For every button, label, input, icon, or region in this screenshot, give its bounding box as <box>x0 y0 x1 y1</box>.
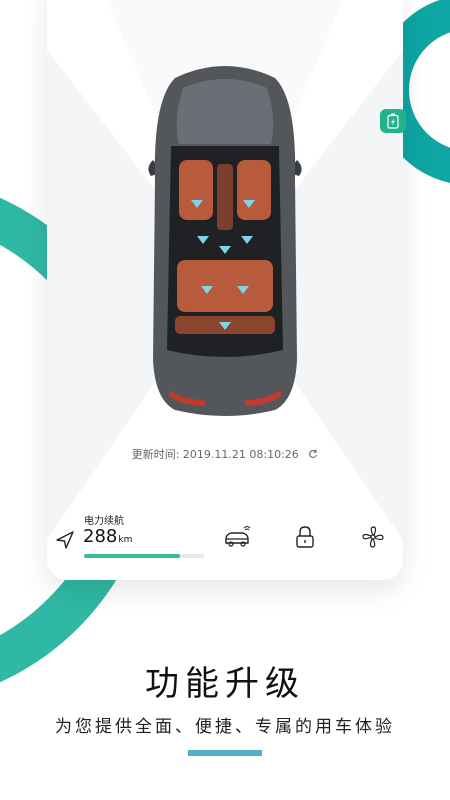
remote-car-icon <box>225 526 251 547</box>
fan-button[interactable] <box>356 522 390 552</box>
update-time: 更新时间: 2019.11.21 08:10:26 <box>47 446 403 462</box>
promo-title: 功能升级 <box>145 664 305 704</box>
refresh-icon[interactable] <box>308 449 318 462</box>
range-value: 288km <box>83 526 132 547</box>
range-label: 电力续航 <box>84 516 124 527</box>
remote-car-button[interactable] <box>220 522 254 552</box>
car-top-view-image <box>148 66 302 416</box>
range-unit: km <box>118 535 133 545</box>
battery-charging-icon <box>387 113 399 129</box>
fan-icon <box>362 526 384 548</box>
range-number: 288 <box>83 526 118 547</box>
vehicle-status-card: 更新时间: 2019.11.21 08:10:26 电力续航 288km <box>47 0 403 580</box>
promo-subtitle: 为您提供全面、便捷、专属的用车体验 <box>55 717 395 737</box>
battery-charging-tag[interactable] <box>380 109 406 133</box>
range-progress-fill <box>84 554 180 558</box>
range-progress-bar <box>84 554 204 558</box>
lock-icon <box>296 526 314 548</box>
accent-bar <box>188 750 262 756</box>
navigation-arrow-icon[interactable] <box>55 530 75 554</box>
update-time-text: 更新时间: 2019.11.21 08:10:26 <box>131 448 299 461</box>
lock-button[interactable] <box>288 522 322 552</box>
